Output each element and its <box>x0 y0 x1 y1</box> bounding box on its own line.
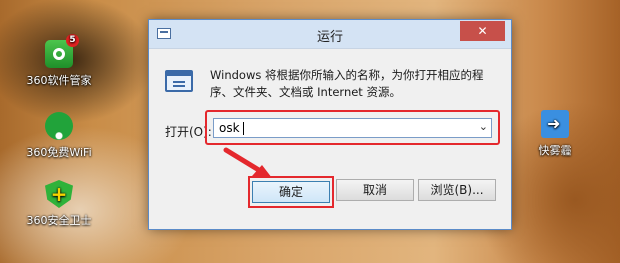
chevron-down-icon[interactable]: ⌄ <box>479 120 488 133</box>
360-software-manager-icon: 5 <box>45 34 79 68</box>
titlebar[interactable]: 运行 ✕ <box>149 20 511 49</box>
run-dialog: 运行 ✕ Windows 将根据你所输入的名称，为你打开相应的程序、文件夹、文档… <box>149 20 511 229</box>
ok-highlight-box: 确定 <box>248 176 334 208</box>
desktop-icon-label: 360安全卫士 <box>26 214 92 227</box>
desktop-icon-label: 360免费WiFi <box>26 146 92 159</box>
open-input-value[interactable]: osk <box>219 121 240 135</box>
dialog-title: 运行 <box>316 30 343 45</box>
desktop-icon-label: 360软件管家 <box>26 74 92 87</box>
open-combobox[interactable]: osk ⌄ <box>213 118 492 138</box>
close-button[interactable]: ✕ <box>460 21 505 41</box>
browse-button[interactable]: 浏览(B)... <box>418 179 496 201</box>
360-security-shield-icon <box>45 180 73 208</box>
input-highlight-box: osk ⌄ <box>205 110 500 145</box>
desktop-icon-360-software-manager[interactable]: 5 360软件管家 <box>20 34 98 88</box>
cancel-button[interactable]: 取消 <box>336 179 414 201</box>
shortcut-icon <box>541 110 569 138</box>
wifi-icon <box>45 112 73 140</box>
run-program-icon <box>165 70 193 92</box>
notification-badge: 5 <box>66 34 79 47</box>
desktop-icon-360-security[interactable]: 360安全卫士 <box>20 180 98 228</box>
desktop-icon-360-wifi[interactable]: 360免费WiFi <box>20 112 98 160</box>
ok-button[interactable]: 确定 <box>252 181 330 203</box>
desktop-icon-shortcut[interactable]: 快雾霾 <box>516 110 594 158</box>
desktop-icon-label: 快雾霾 <box>538 144 572 157</box>
text-caret <box>243 122 244 135</box>
dialog-description: Windows 将根据你所输入的名称，为你打开相应的程序、文件夹、文档或 Int… <box>210 68 484 99</box>
